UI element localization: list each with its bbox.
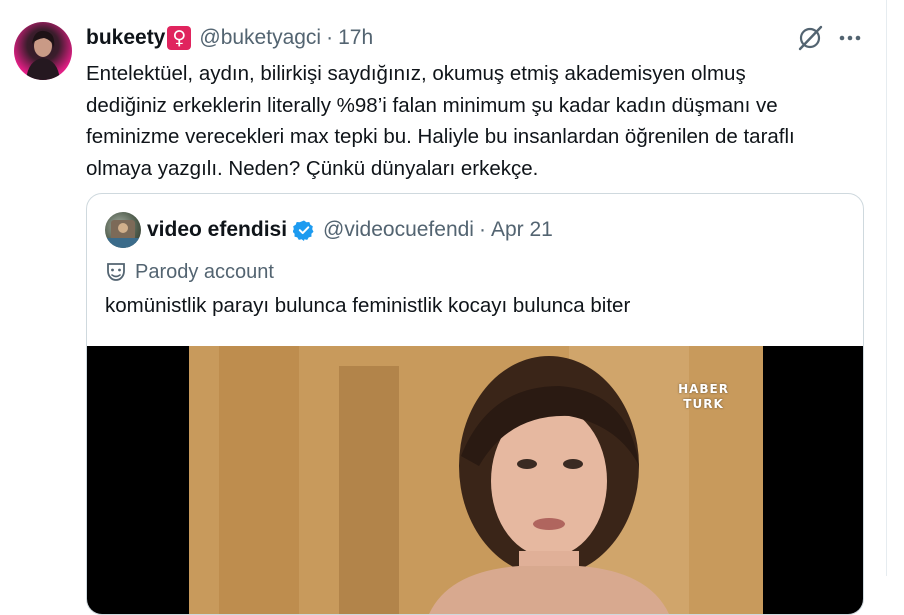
author-avatar[interactable] — [14, 22, 72, 80]
header-separator: · — [326, 26, 334, 49]
parody-label-text: Parody account — [135, 260, 274, 283]
more-options-icon[interactable] — [836, 24, 864, 52]
tweet-header: bukeety ♀ @buketyagci · 17h — [86, 24, 373, 52]
author-display-name[interactable]: bukeety — [86, 26, 165, 50]
timeline-border — [886, 0, 887, 576]
quoted-handle: @videocuefendi — [323, 218, 474, 241]
female-sign-emoji: ♀ — [167, 26, 192, 50]
quoted-separator: · — [478, 218, 486, 241]
quoted-tweet-text: komünistlik parayı bulunca feministlik k… — [105, 294, 631, 317]
quoted-display-name: video efendisi — [147, 218, 288, 241]
quoted-author-avatar — [105, 212, 141, 248]
author-handle[interactable]: @buketyagci — [199, 26, 321, 50]
parody-mask-icon — [107, 263, 125, 281]
parody-account-label: Parody account — [105, 258, 274, 286]
video-player[interactable]: HABER TURK — [87, 346, 863, 614]
video-frame: HABER TURK — [189, 346, 763, 614]
quoted-tweet-header: video efendisi @videocuefendi · Apr 21 — [147, 216, 553, 244]
tweet-timestamp[interactable]: 17h — [338, 26, 373, 50]
verified-badge-icon — [293, 220, 314, 241]
quoted-tweet-card[interactable]: video efendisi @videocuefendi · Apr 21 P… — [86, 193, 864, 615]
tweet-text: Entelektüel, aydın, bilirkişi saydığınız… — [86, 62, 795, 180]
haberturk-logo: HABER TURK — [678, 382, 729, 411]
grok-icon[interactable] — [796, 24, 824, 52]
quoted-timestamp: Apr 21 — [490, 218, 553, 241]
